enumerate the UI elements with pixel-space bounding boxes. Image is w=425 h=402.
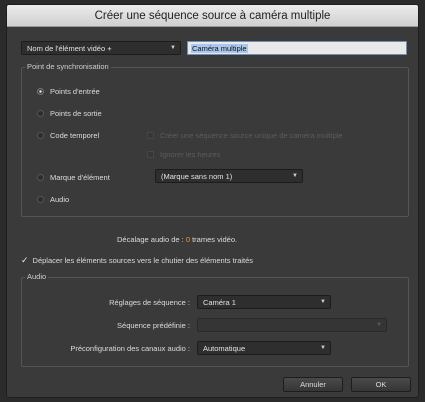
sequence-name-value: Caméra multiple (191, 43, 248, 53)
chevron-down-icon: ▼ (320, 299, 326, 305)
checkbox-ignore-hours[interactable]: Ignorer les heures (147, 150, 220, 159)
dialog-title: Créer une séquence source à caméra multi… (94, 9, 331, 22)
checkmark-icon: ✓ (21, 255, 29, 265)
chevron-down-icon: ▼ (292, 173, 298, 179)
marker-dropdown-value: (Marque sans nom 1) (161, 171, 233, 181)
radio-icon (37, 196, 44, 203)
sync-group-title: Point de synchronisation (25, 62, 111, 71)
preset-sequence-label: Séquence prédéfinie : (117, 321, 190, 330)
title-bar[interactable]: Créer une séquence source à caméra multi… (7, 5, 418, 27)
audio-group-title: Audio (25, 272, 49, 281)
radio-in-points-label: Points d'entrée (50, 87, 100, 96)
ignore-hours-label: Ignorer les heures (160, 150, 221, 159)
radio-out-points[interactable]: Points de sortie (37, 109, 102, 118)
radio-selected-icon (37, 88, 44, 95)
radio-icon (37, 110, 44, 117)
audio-offset-row: Décalage audio de : 0 trames vidéo. (117, 235, 237, 244)
checkbox-icon (147, 132, 154, 139)
move-sources-label: Déplacer les éléments sources vers le ch… (32, 256, 254, 265)
marker-dropdown[interactable]: (Marque sans nom 1) ▼ (155, 169, 303, 183)
single-source-label: Créer une séquence source unique de camé… (160, 131, 343, 140)
radio-in-points[interactable]: Points d'entrée (37, 87, 100, 96)
radio-clip-marker[interactable]: Marque d'élément (37, 173, 110, 182)
radio-audio-label: Audio (50, 195, 70, 204)
audio-offset-value[interactable]: 0 (186, 235, 190, 244)
name-source-dropdown[interactable]: Nom de l'élément vidéo + ▼ (21, 41, 181, 55)
chevron-down-icon: ▼ (376, 322, 382, 328)
radio-icon (37, 174, 44, 181)
dialog-window: Créer une séquence source à caméra multi… (6, 4, 419, 398)
name-source-selected: Nom de l'élément vidéo + (27, 43, 112, 53)
audio-channels-label: Préconfiguration des canaux audio : (70, 344, 190, 353)
radio-out-points-label: Points de sortie (50, 109, 102, 118)
radio-clip-marker-label: Marque d'élément (50, 173, 110, 182)
sequence-name-field[interactable]: Caméra multiple (187, 41, 407, 55)
checkbox-move-sources[interactable]: ✓ Déplacer les éléments sources vers le … (21, 255, 253, 266)
audio-channels-dropdown[interactable]: Automatique ▼ (197, 341, 331, 355)
sequence-settings-label: Réglages de séquence : (109, 298, 190, 307)
checkbox-single-source[interactable]: Créer une séquence source unique de camé… (147, 131, 343, 140)
audio-offset-unit: trames vidéo. (192, 235, 238, 244)
cancel-button[interactable]: Annuler (283, 377, 343, 392)
checkbox-icon (147, 151, 154, 158)
radio-icon (37, 132, 44, 139)
audio-channels-value: Automatique (203, 343, 246, 353)
chevron-down-icon: ▼ (320, 345, 326, 351)
radio-timecode-label: Code temporel (50, 131, 100, 140)
sequence-settings-value: Caméra 1 (203, 297, 236, 307)
radio-timecode[interactable]: Code temporel (37, 131, 99, 140)
chevron-down-icon: ▼ (170, 45, 176, 51)
sequence-settings-dropdown[interactable]: Caméra 1 ▼ (197, 295, 331, 309)
preset-sequence-dropdown[interactable]: ▼ (197, 318, 387, 332)
radio-audio[interactable]: Audio (37, 195, 69, 204)
ok-button[interactable]: OK (351, 377, 411, 392)
audio-offset-label: Décalage audio de : (117, 235, 184, 244)
